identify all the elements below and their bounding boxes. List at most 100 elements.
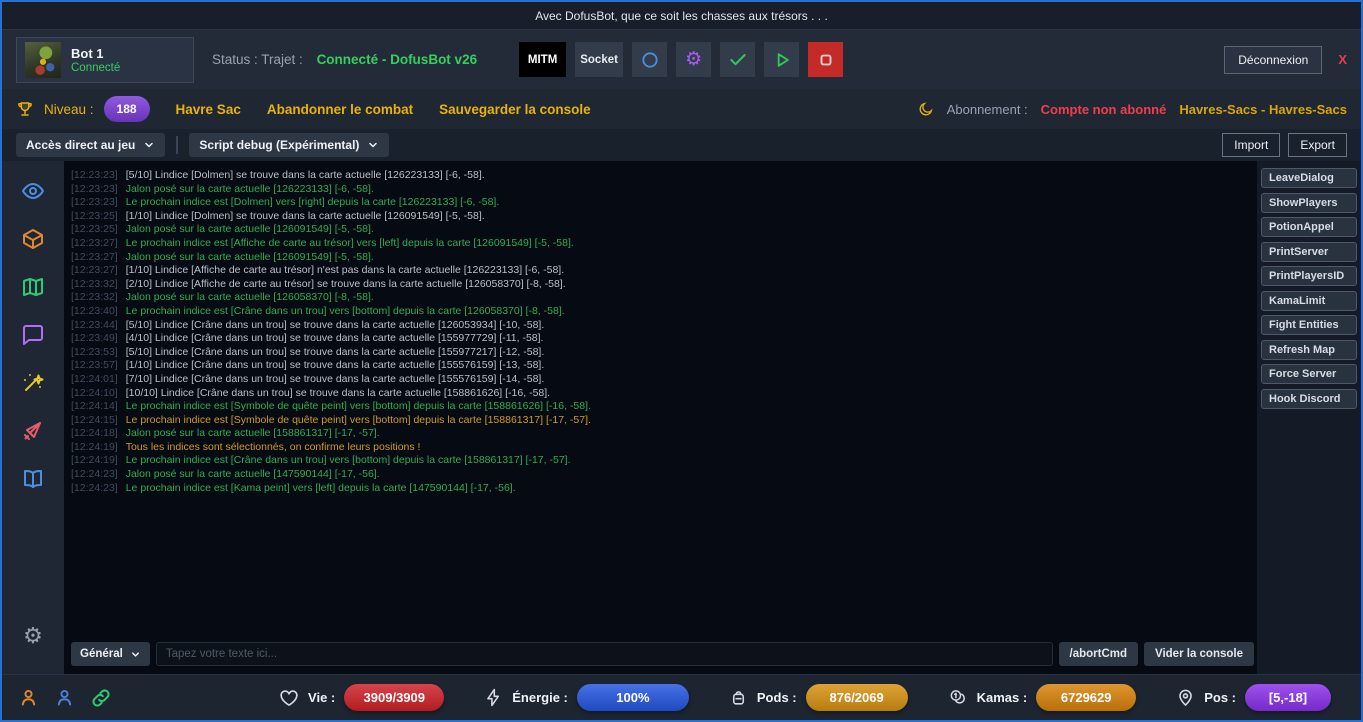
log-line: [12:23:27]Jalon posé sur la carte actuel…	[71, 251, 1251, 265]
toolbar-divider	[176, 136, 178, 154]
command-button-force-server[interactable]: Force Server	[1261, 364, 1357, 384]
log-message: Le prochain indice est [Kama peint] vers…	[126, 482, 516, 494]
chat-input[interactable]	[156, 642, 1053, 666]
sidebar-item-library[interactable]	[2, 455, 64, 503]
player-orange-icon[interactable]	[18, 687, 39, 708]
import-button[interactable]: Import	[1222, 133, 1280, 157]
socket-button[interactable]: Socket	[575, 42, 623, 77]
sidebar-item-combat[interactable]	[2, 407, 64, 455]
channel-dropdown[interactable]: Général	[71, 642, 150, 666]
sidebar-item-vision[interactable]	[2, 167, 64, 215]
log-line: [12:24:10][10/10] Lindice [Crâne dans un…	[71, 387, 1251, 401]
pos-stat: Pos : [5,-18]	[1176, 684, 1331, 711]
havre-route-link[interactable]: Havres-Sacs - Havres-Sacs	[1179, 102, 1347, 117]
link-icon[interactable]	[90, 687, 112, 709]
log-timestamp: [12:23:25]	[71, 223, 118, 235]
log-line: [12:23:57] [1/10] Lindice [Crâne dans un …	[71, 359, 1251, 373]
log-message: [2/10] Lindice [Affiche de carte au trés…	[126, 278, 566, 290]
log-timestamp: [12:23:57]	[71, 359, 118, 371]
settings-button[interactable]: ⚙	[676, 42, 711, 77]
log-timestamp: [12:23:27]	[71, 251, 118, 263]
status-text: Status : Trajet : Connecté - DofusBot v2…	[212, 52, 477, 67]
pos-label: Pos :	[1204, 690, 1236, 705]
log-line: [12:23:27] Le prochain indice est [Affich…	[71, 237, 1251, 251]
confirm-button[interactable]	[720, 42, 755, 77]
game-access-dropdown[interactable]: Accès direct au jeu	[16, 133, 165, 157]
log-message: [5/10] Lindice [Crâne dans un trou] se t…	[126, 319, 545, 331]
log-line: [12:23:53][5/10] Lindice [Crâne dans un …	[71, 346, 1251, 360]
dofusbot-window: Avec DofusBot, que ce soit les chasses a…	[0, 0, 1363, 722]
chevron-down-icon	[130, 649, 141, 660]
log-timestamp: [12:23:25]	[71, 210, 118, 222]
kamas-pill: 6729629	[1036, 684, 1136, 711]
main-area: ⚙ [12:23:23] [5/10] Lindice [Dolmen] se t…	[2, 161, 1361, 674]
vie-label: Vie :	[308, 690, 335, 705]
command-button-hook-discord[interactable]: Hook Discord	[1261, 389, 1357, 409]
circle-status-button[interactable]	[632, 42, 667, 77]
bot-card[interactable]: Bot 1 Connecté	[16, 37, 194, 83]
trophy-icon	[16, 100, 34, 118]
wand-icon	[21, 371, 45, 395]
backpack-icon	[729, 688, 748, 707]
log-timestamp: [12:24:01]	[71, 373, 118, 385]
level-action-link[interactable]: Abandonner le combat	[267, 102, 413, 117]
level-action-link[interactable]: Sauvegarder la console	[439, 102, 591, 117]
chevron-down-icon	[367, 139, 379, 151]
log-line: [12:24:18] Jalon posé sur la carte actuel…	[71, 427, 1251, 441]
avatar	[25, 42, 61, 78]
start-button[interactable]	[764, 42, 799, 77]
subscription-label: Abonnement :	[947, 102, 1028, 117]
log-timestamp: [12:24:18]	[71, 427, 118, 439]
log-timestamp: [12:23:23]	[71, 196, 118, 208]
sidebar-item-automation[interactable]	[2, 359, 64, 407]
coins-icon	[948, 688, 968, 708]
command-button-kamalimit[interactable]: KamaLimit	[1261, 291, 1357, 311]
stop-icon	[817, 51, 835, 69]
command-button-printplayersid[interactable]: PrintPlayersID	[1261, 266, 1357, 286]
command-button-fight-entities[interactable]: Fight Entities	[1261, 315, 1357, 335]
log-message: [4/10] Lindice [Crâne dans un trou] se t…	[126, 332, 544, 344]
moon-icon	[918, 101, 934, 117]
export-button[interactable]: Export	[1288, 133, 1347, 157]
console-log[interactable]: [12:23:23] [5/10] Lindice [Dolmen] se tro…	[64, 161, 1257, 642]
command-button-printserver[interactable]: PrintServer	[1261, 242, 1357, 262]
clear-console-button[interactable]: Vider la console	[1144, 642, 1254, 666]
command-button-refresh-map[interactable]: Refresh Map	[1261, 340, 1357, 360]
log-line: [12:23:27][1/10] Lindice [Affiche de car…	[71, 264, 1251, 278]
log-timestamp: [12:23:44]	[71, 319, 118, 331]
disconnect-button[interactable]: Déconnexion	[1224, 46, 1322, 74]
log-message: [1/10] Lindice [Dolmen] se trouve dans l…	[126, 210, 485, 222]
log-message: [5/10] Lindice [Dolmen] se trouve dans l…	[126, 169, 485, 181]
abort-command-button[interactable]: /abortCmd	[1059, 642, 1139, 666]
command-button-leavedialog[interactable]: LeaveDialog	[1261, 168, 1357, 188]
energie-label: Énergie :	[512, 690, 568, 705]
log-message: Jalon posé sur la carte actuelle [158861…	[126, 427, 380, 439]
sidebar-item-map[interactable]	[2, 263, 64, 311]
sidebar-item-inventory[interactable]	[2, 215, 64, 263]
sidebar-item-chat[interactable]	[2, 311, 64, 359]
log-timestamp: [12:24:14]	[71, 400, 118, 412]
level-links: Havre Sac Abandonner le combat Sauvegarder…	[176, 102, 591, 117]
log-message: [1/10] Lindice [Crâne dans un trou] se t…	[126, 359, 545, 371]
log-timestamp: [12:24:19]	[71, 454, 118, 466]
log-line: [12:23:32] [2/10] Lindice [Affiche de car…	[71, 278, 1251, 292]
game-access-label: Accès direct au jeu	[26, 138, 135, 152]
level-action-link[interactable]: Havre Sac	[176, 102, 241, 117]
log-line: [12:23:25] [1/10] Lindice [Dolmen] se tro…	[71, 210, 1251, 224]
mitm-button[interactable]: MITM	[519, 42, 566, 77]
log-timestamp: [12:23:32]	[71, 278, 118, 290]
stop-button[interactable]	[808, 42, 843, 77]
player-blue-icon[interactable]	[54, 687, 75, 708]
command-button-potionappel[interactable]: PotionAppel	[1261, 217, 1357, 237]
sword-icon	[21, 419, 45, 443]
log-line: [12:23:23]Jalon posé sur la carte actuel…	[71, 183, 1251, 197]
log-message: Le prochain indice est [Affiche de carte…	[126, 237, 574, 249]
log-timestamp: [12:23:23]	[71, 183, 118, 195]
command-button-showplayers[interactable]: ShowPlayers	[1261, 193, 1357, 213]
close-icon[interactable]: X	[1338, 52, 1347, 67]
log-message: [7/10] Lindice [Crâne dans un trou] se t…	[126, 373, 545, 385]
log-timestamp: [12:23:27]	[71, 237, 118, 249]
log-message: Jalon posé sur la carte actuelle [147590…	[126, 468, 380, 480]
script-dropdown[interactable]: Script debug (Expérimental)	[189, 133, 389, 157]
sidebar-settings[interactable]: ⚙	[2, 612, 64, 660]
